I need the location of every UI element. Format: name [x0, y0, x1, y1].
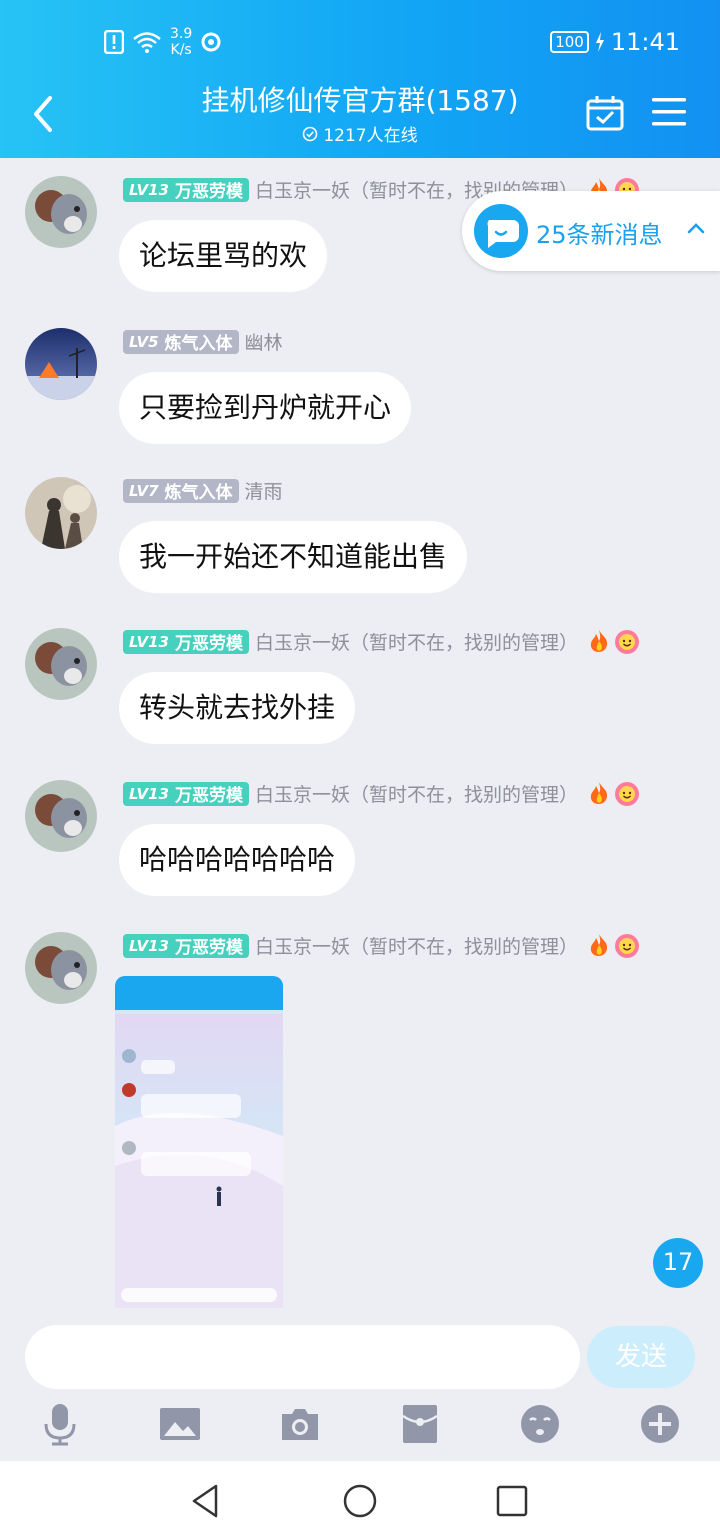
flower-face-icon — [615, 629, 639, 654]
network-speed: 3.9 K/s — [170, 26, 192, 58]
message-bubble[interactable]: 我一开始还不知道能出售 — [119, 521, 468, 593]
avatar-mouse-image — [25, 780, 97, 852]
status-right: 100 11:41 — [550, 28, 680, 56]
back-triangle-icon[interactable] — [186, 1481, 226, 1521]
chat-message: LV13 万恶劳模 白玉京一妖（暂时不在，找别的管理） — [0, 914, 720, 1308]
message-meta: LV13 万恶劳模 白玉京一妖（暂时不在，找别的管理） — [123, 628, 640, 655]
avatar-mouse-image — [25, 176, 97, 248]
rank-text: 万恶劳模 — [174, 634, 243, 654]
avatar-figures-image — [25, 477, 97, 549]
level-badge: LV13 万恶劳模 — [123, 629, 249, 654]
fire-icon — [590, 933, 608, 956]
username[interactable]: 白玉京一妖（暂时不在，找别的管理） — [255, 628, 578, 655]
level-badge: LV13 万恶劳模 — [123, 933, 249, 958]
avatar[interactable] — [25, 628, 97, 700]
message-bubble[interactable]: 转头就去找外挂 — [119, 672, 356, 744]
message-meta: LV5 炼气入体 幽林 — [123, 328, 283, 355]
sync-icon — [201, 32, 221, 52]
rank-text: 万恶劳模 — [174, 786, 243, 806]
online-count-text: 1217人在线 — [323, 126, 418, 146]
rank-text: 万恶劳模 — [174, 182, 243, 202]
emoji-icon[interactable] — [518, 1402, 562, 1446]
chat-message: LV5 炼气入体 幽林 只要捡到丹炉就开心 — [0, 310, 720, 460]
online-check-icon — [303, 126, 318, 141]
status-emojis — [588, 781, 640, 807]
status-left: 3.9 K/s — [104, 26, 222, 58]
wifi-icon — [133, 32, 161, 53]
message-meta: LV13 万恶劳模 白玉京一妖（暂时不在，找别的管理） — [123, 932, 640, 959]
send-button[interactable]: 发送 — [587, 1326, 695, 1388]
menu-icon[interactable] — [652, 97, 686, 127]
unread-count-badge[interactable]: 17 — [653, 1238, 703, 1288]
microphone-icon[interactable] — [38, 1402, 82, 1446]
clock: 11:41 — [610, 28, 680, 56]
avatar[interactable] — [25, 780, 97, 852]
username[interactable]: 白玉京一妖（暂时不在，找别的管理） — [255, 932, 578, 959]
rank-text: 炼气入体 — [164, 334, 233, 354]
level-text: LV13 — [129, 180, 169, 199]
chevron-up-icon — [687, 223, 705, 234]
red-packet-icon[interactable] — [398, 1402, 442, 1446]
chat-message: LV13 万恶劳模 白玉京一妖（暂时不在，找别的管理） 转头就去找外挂 — [0, 610, 720, 760]
level-text: LV13 — [129, 632, 169, 651]
chat-list[interactable]: LV13 万恶劳模 白玉京一妖（暂时不在，找别的管理） 论坛里骂的欢 LV5 炼气入… — [0, 158, 720, 1308]
calendar-check-icon[interactable] — [586, 95, 624, 131]
message-meta: LV13 万恶劳模 白玉京一妖（暂时不在，找别的管理） — [123, 780, 640, 807]
message-bubble[interactable]: 只要捡到丹炉就开心 — [119, 372, 412, 444]
composer: 发送 — [0, 1308, 720, 1461]
status-emojis — [588, 629, 640, 655]
rank-text: 炼气入体 — [164, 483, 233, 503]
chat-message: LV7 炼气入体 清雨 我一开始还不知道能出售 — [0, 459, 720, 609]
shared-screenshot-image — [115, 976, 283, 1308]
flower-face-icon — [615, 933, 639, 958]
status-emojis — [588, 933, 640, 959]
level-badge: LV7 炼气入体 — [123, 478, 239, 503]
level-text: LV7 — [129, 481, 159, 500]
avatar[interactable] — [25, 176, 97, 248]
status-bar: 3.9 K/s 100 11:41 — [0, 24, 720, 60]
charging-icon — [595, 32, 604, 52]
header-bar: 3.9 K/s 100 11:41 挂机修仙传官方群(1587) 1217人在线 — [0, 0, 720, 158]
username[interactable]: 白玉京一妖（暂时不在，找别的管理） — [255, 780, 578, 807]
fire-icon — [590, 629, 608, 652]
message-meta: LV7 炼气入体 清雨 — [123, 477, 283, 504]
plus-icon[interactable] — [638, 1402, 682, 1446]
level-text: LV13 — [129, 784, 169, 803]
recents-square-icon[interactable] — [492, 1481, 532, 1521]
level-text: LV13 — [129, 936, 169, 955]
flower-face-icon — [615, 781, 639, 806]
home-circle-icon[interactable] — [340, 1481, 380, 1521]
avatar-mouse-image — [25, 932, 97, 1004]
new-messages-pill[interactable]: 25条新消息 — [462, 191, 720, 271]
avatar[interactable] — [25, 328, 97, 400]
image-message[interactable] — [115, 976, 283, 1308]
chat-message: LV13 万恶劳模 白玉京一妖（暂时不在，找别的管理） 哈哈哈哈哈哈哈 — [0, 762, 720, 912]
message-bubble-icon — [474, 204, 528, 258]
message-bubble[interactable]: 论坛里骂的欢 — [119, 220, 328, 292]
picture-icon[interactable] — [158, 1402, 202, 1446]
level-text: LV5 — [129, 332, 159, 351]
message-bubble[interactable]: 哈哈哈哈哈哈哈 — [119, 824, 356, 896]
alert-icon — [104, 30, 124, 54]
battery-level: 100 — [550, 31, 589, 53]
fire-icon — [590, 781, 608, 804]
speed-unit: K/s — [170, 42, 192, 58]
message-input[interactable] — [25, 1325, 580, 1389]
speed-value: 3.9 — [170, 26, 193, 42]
avatar-mouse-image — [25, 628, 97, 700]
avatar[interactable] — [25, 932, 97, 1004]
avatar[interactable] — [25, 477, 97, 549]
username[interactable]: 幽林 — [245, 328, 283, 355]
new-messages-label: 25条新消息 — [536, 221, 663, 249]
rank-text: 万恶劳模 — [174, 938, 243, 958]
system-nav-bar — [0, 1461, 720, 1540]
level-badge: LV5 炼气入体 — [123, 329, 239, 354]
avatar-night-camp-image — [25, 328, 97, 400]
username[interactable]: 清雨 — [245, 477, 283, 504]
camera-icon[interactable] — [278, 1402, 322, 1446]
level-badge: LV13 万恶劳模 — [123, 781, 249, 806]
level-badge: LV13 万恶劳模 — [123, 177, 249, 202]
